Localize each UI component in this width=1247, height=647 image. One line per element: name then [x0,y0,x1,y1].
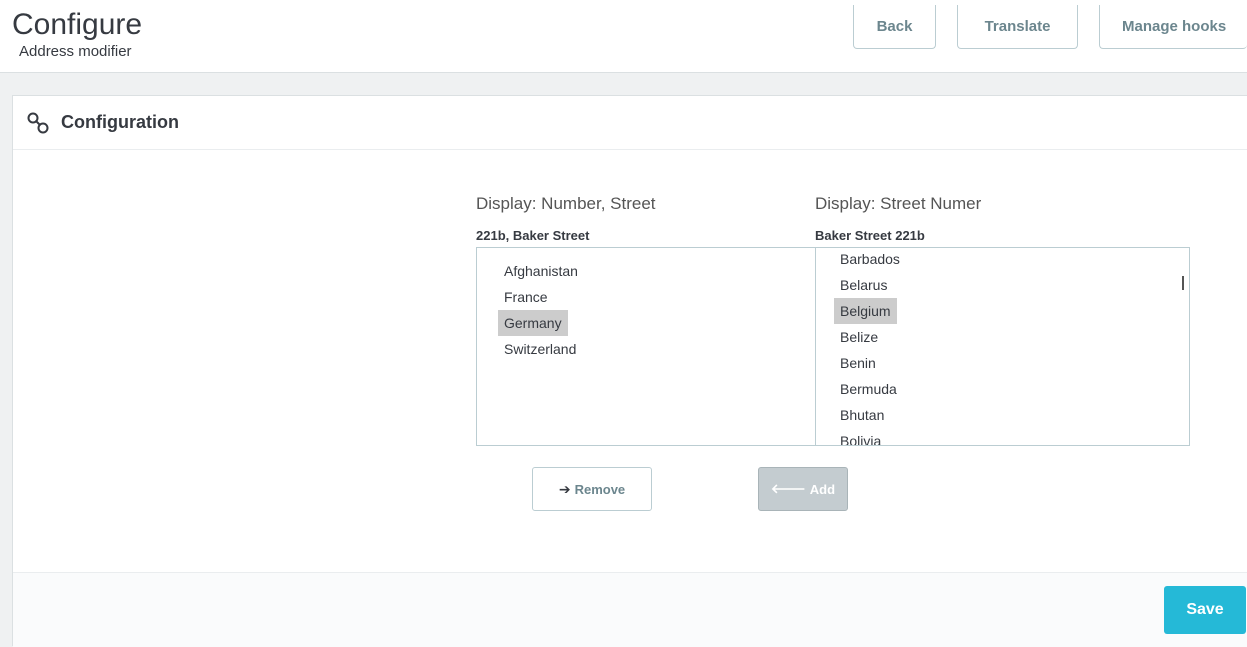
arrow-right-icon: ➔ [558,480,571,497]
list-item[interactable]: Belarus [834,272,893,298]
list-item[interactable]: France [498,284,554,310]
list-item[interactable]: Afghanistan [498,258,584,284]
page-subtitle: Address modifier [19,43,132,60]
link-icon [27,112,49,134]
list-item[interactable]: Switzerland [498,336,582,362]
page-title: Configure [12,8,143,41]
scrollbar-thumb[interactable] [1182,276,1184,290]
left-column-example: 221b, Baker Street [476,228,590,243]
save-button[interactable]: Save [1164,586,1246,634]
add-button-label: Add [809,481,836,497]
page-header: Configure Address modifier Back Translat… [0,0,1247,73]
right-column-example: Baker Street 221b [815,228,925,243]
manage-hooks-button[interactable]: Manage hooks [1099,5,1247,49]
arrow-left-icon: 🡐 [770,481,806,496]
list-item[interactable]: Barbados [834,248,906,272]
configuration-panel: Configuration Display: Number, Street 22… [12,95,1247,647]
add-button[interactable]: 🡐 Add [758,467,848,511]
translate-button[interactable]: Translate [957,5,1078,49]
remove-button[interactable]: ➔ Remove [532,467,652,511]
list-item[interactable]: Bhutan [834,402,890,428]
left-column-title: Display: Number, Street [476,194,656,213]
left-country-list[interactable]: Afghanistan France Germany Switzerland [476,247,817,446]
list-item-selected[interactable]: Germany [498,310,568,336]
right-column-title: Display: Street Numer [815,194,982,213]
right-country-list[interactable]: Barbados Belarus Belgium Belize Benin Be… [815,247,1190,446]
list-item[interactable]: Bolivia [834,428,887,445]
panel-heading: Configuration [13,96,1247,150]
list-item[interactable]: Belize [834,324,884,350]
back-button[interactable]: Back [853,5,936,49]
remove-button-label: Remove [574,481,626,497]
panel-footer: Save [13,572,1247,647]
list-item[interactable]: Benin [834,350,882,376]
panel-title: Configuration [61,112,179,132]
list-item-selected[interactable]: Belgium [834,298,897,324]
list-item[interactable]: Bermuda [834,376,903,402]
